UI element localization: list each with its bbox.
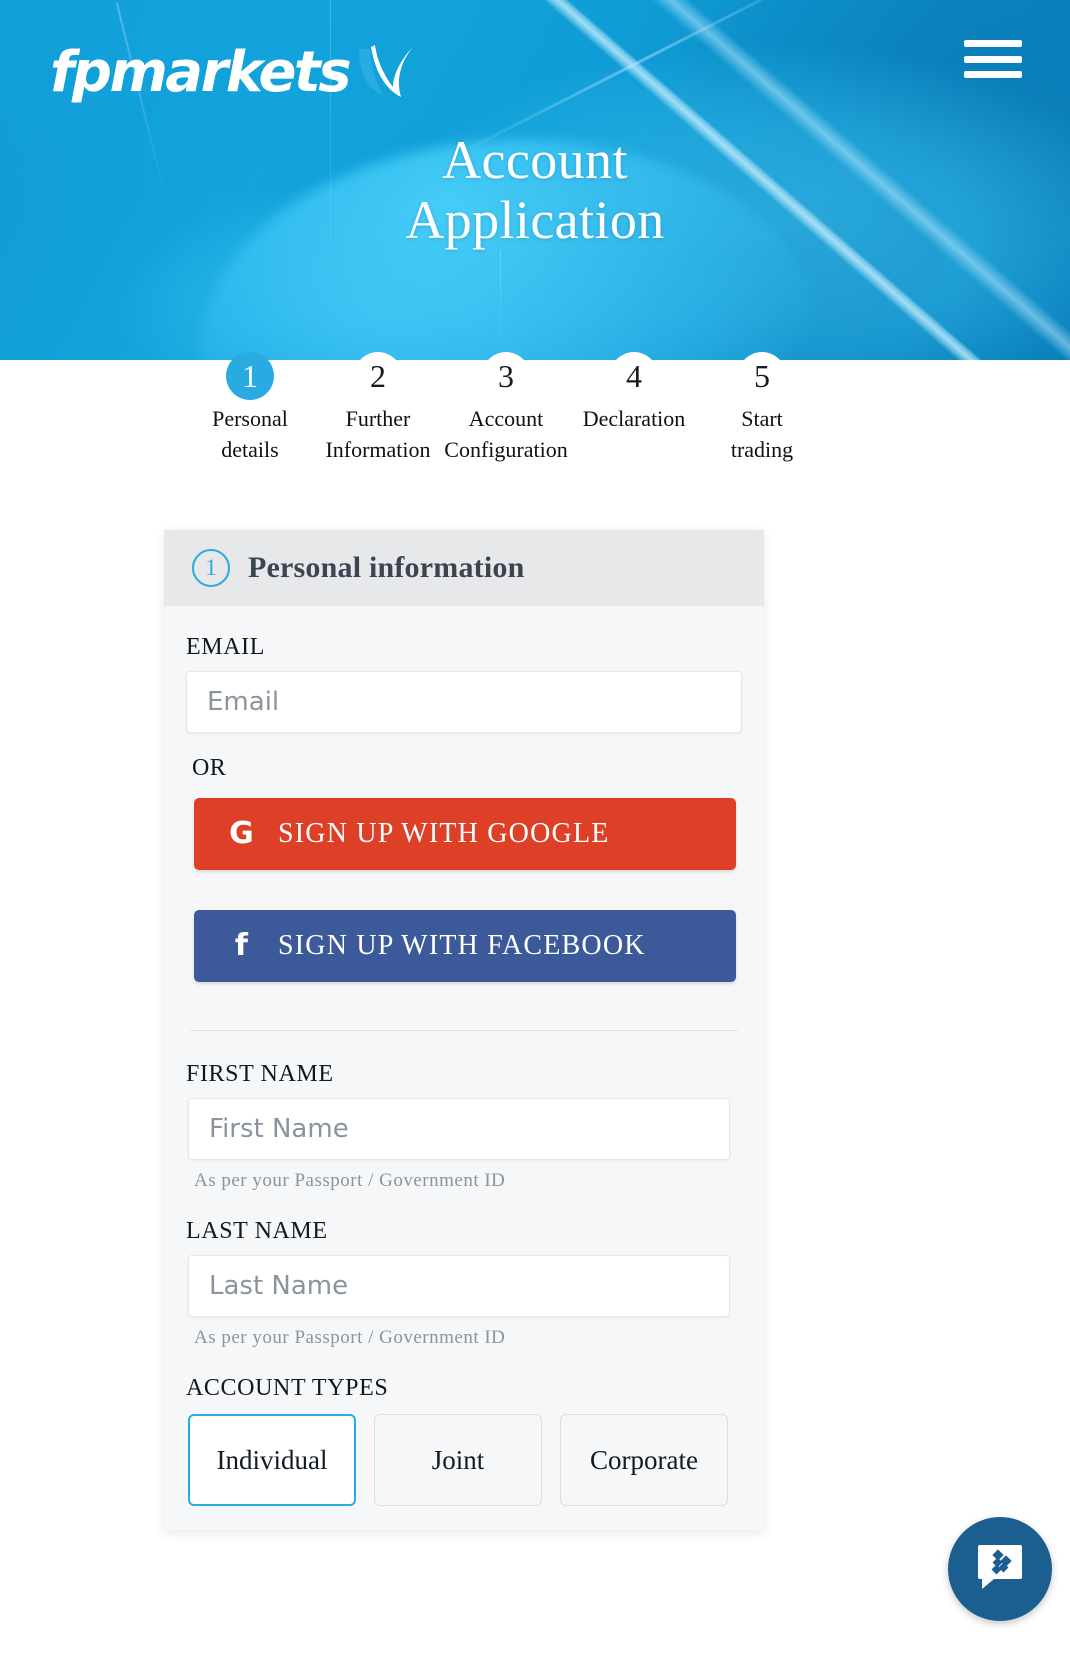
hamburger-bar-3 bbox=[964, 71, 1022, 78]
sign-up-with-facebook-button[interactable]: f SIGN UP WITH FACEBOOK bbox=[194, 910, 736, 982]
stepper-item-2[interactable]: 2 Further Information bbox=[314, 352, 442, 466]
stepper-label-3: Account Configuration bbox=[444, 406, 568, 462]
card-title: Personal information bbox=[248, 551, 525, 584]
last-name-helper-text: As per your Passport / Government ID bbox=[194, 1327, 506, 1348]
page-header: fpmarkets Account Application bbox=[0, 0, 1070, 360]
first-name-input[interactable] bbox=[188, 1098, 730, 1160]
google-g-icon: G bbox=[229, 816, 255, 851]
page-title: Account Application bbox=[0, 130, 1070, 251]
progress-stepper: 1 Personal details 2 Further Information… bbox=[0, 352, 1070, 466]
stepper-item-1[interactable]: 1 Personal details bbox=[186, 352, 314, 466]
hamburger-bar-2 bbox=[964, 55, 1022, 63]
account-types-options: Individual Joint Corporate bbox=[188, 1414, 742, 1506]
stepper-label-1: Personal details bbox=[212, 406, 288, 462]
page-title-line-2: Application bbox=[405, 190, 665, 251]
account-types-group: ACCOUNT TYPES Individual Joint Corporate bbox=[186, 1375, 742, 1506]
header-decor-line-3 bbox=[500, 250, 501, 360]
stepper-label-4: Declaration bbox=[582, 406, 686, 431]
stepper-circle-3: 3 bbox=[482, 352, 530, 400]
section-divider bbox=[190, 1030, 738, 1031]
hamburger-bar-1 bbox=[964, 40, 1022, 47]
fpmarkets-logo[interactable]: fpmarkets bbox=[50, 38, 417, 108]
facebook-f-icon: f bbox=[234, 928, 250, 963]
facebook-button-label: SIGN UP WITH FACEBOOK bbox=[278, 930, 646, 961]
email-input[interactable] bbox=[186, 671, 742, 733]
stepper-circle-1: 1 bbox=[226, 352, 274, 400]
or-separator-label: OR bbox=[192, 755, 227, 781]
account-type-individual[interactable]: Individual bbox=[188, 1414, 356, 1506]
stepper-circle-5: 5 bbox=[738, 352, 786, 400]
account-type-corporate[interactable]: Corporate bbox=[560, 1414, 728, 1506]
account-type-joint[interactable]: Joint bbox=[374, 1414, 542, 1506]
stepper-circle-4: 4 bbox=[610, 352, 658, 400]
first-name-label: FIRST NAME bbox=[186, 1061, 334, 1087]
stepper-label-2: Further Information bbox=[325, 406, 431, 462]
stepper-circle-2: 2 bbox=[354, 352, 402, 400]
chat-widget-button[interactable] bbox=[948, 1517, 1052, 1621]
logo-wordmark: fpmarkets bbox=[50, 40, 352, 105]
hamburger-menu-icon[interactable] bbox=[964, 36, 1022, 82]
email-field-group: EMAIL bbox=[186, 634, 742, 733]
logo-swoosh-icon bbox=[355, 41, 417, 105]
last-name-field-group: LAST NAME As per your Passport / Governm… bbox=[186, 1218, 742, 1349]
stepper-item-4[interactable]: 4 Declaration bbox=[570, 352, 698, 466]
stepper-item-5[interactable]: 5 Start trading bbox=[698, 352, 826, 466]
chat-bubble-icon bbox=[972, 1539, 1028, 1600]
google-button-label: SIGN UP WITH GOOGLE bbox=[278, 818, 610, 849]
stepper-label-5: Start trading bbox=[730, 406, 794, 462]
last-name-input[interactable] bbox=[188, 1255, 730, 1317]
last-name-label: LAST NAME bbox=[186, 1218, 328, 1244]
account-types-label: ACCOUNT TYPES bbox=[186, 1375, 389, 1401]
first-name-field-group: FIRST NAME As per your Passport / Govern… bbox=[186, 1061, 742, 1192]
email-label: EMAIL bbox=[186, 634, 265, 660]
card-body: EMAIL OR G SIGN UP WITH GOOGLE f SIGN UP… bbox=[164, 606, 764, 1530]
personal-information-card: 1 Personal information EMAIL OR G SIGN U… bbox=[164, 530, 764, 1530]
card-step-number-badge: 1 bbox=[192, 549, 230, 587]
first-name-helper-text: As per your Passport / Government ID bbox=[194, 1170, 506, 1191]
page-title-line-1: Account bbox=[442, 130, 628, 190]
account-application-page: fpmarkets Account Application 1 Personal… bbox=[0, 0, 1070, 1659]
card-header: 1 Personal information bbox=[164, 530, 764, 606]
stepper-item-3[interactable]: 3 Account Configuration bbox=[442, 352, 570, 466]
sign-up-with-google-button[interactable]: G SIGN UP WITH GOOGLE bbox=[194, 798, 736, 870]
